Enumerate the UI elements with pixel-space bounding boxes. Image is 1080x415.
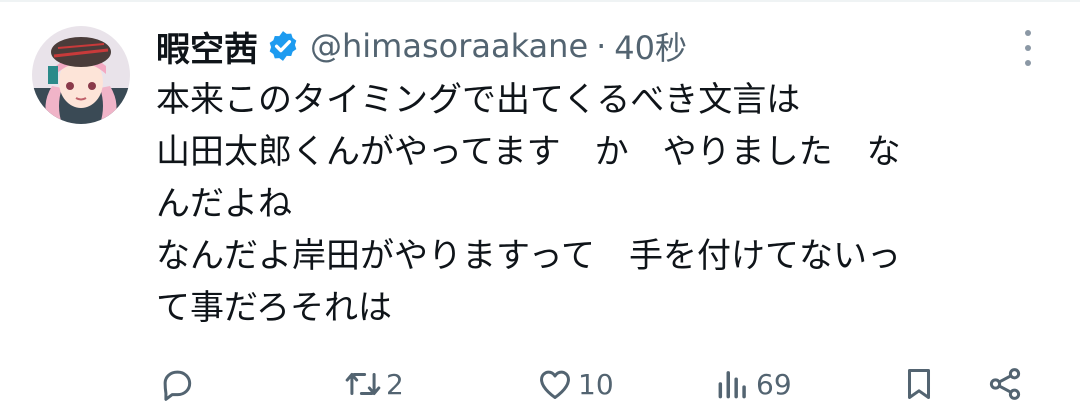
like-count: 10 — [578, 367, 614, 401]
post-header: 暇空茜 @himasoraakane · 40秒 — [156, 22, 687, 70]
reply-button[interactable] — [158, 360, 200, 408]
views-icon — [718, 371, 746, 399]
avatar[interactable] — [32, 26, 130, 124]
handle[interactable]: @himasoraakane — [310, 27, 588, 65]
timestamp[interactable]: 40秒 — [614, 23, 687, 69]
like-button[interactable]: 10 — [536, 360, 614, 408]
post-text-line: 本来このタイミングで出てくるべき文言は — [156, 80, 801, 120]
more-icon[interactable] — [1016, 30, 1040, 66]
post-text-line: て事だろそれは — [156, 288, 392, 328]
like-icon — [540, 370, 570, 399]
avatar-icon — [32, 26, 130, 124]
views-count: 69 — [756, 367, 792, 401]
separator: · — [596, 27, 607, 65]
repost-count: 2 — [386, 367, 404, 401]
post-text-line: なんだよ岸田がやりますって 手を付けてないっ — [156, 236, 901, 276]
display-name[interactable]: 暇空茜 — [156, 22, 258, 71]
repost-icon — [345, 372, 381, 396]
verified-badge-icon — [269, 31, 297, 61]
views-button[interactable]: 69 — [714, 360, 792, 408]
reply-icon — [163, 370, 192, 401]
bookmark-button[interactable] — [900, 360, 938, 408]
repost-button[interactable]: 2 — [344, 360, 404, 408]
post-text-line: 山田太郎くんがやってます か やりました な — [156, 132, 901, 172]
share-button[interactable] — [986, 360, 1024, 408]
action-bar: 2 10 69 — [158, 360, 1032, 408]
post-text: 本来このタイミングで出てくるべき文言は 山田太郎くんがやってます か やりました… — [156, 74, 1052, 334]
share-icon — [989, 368, 1021, 400]
bookmark-icon — [907, 369, 931, 399]
post-text-line: んだよね — [156, 184, 292, 224]
divider — [0, 0, 1080, 2]
